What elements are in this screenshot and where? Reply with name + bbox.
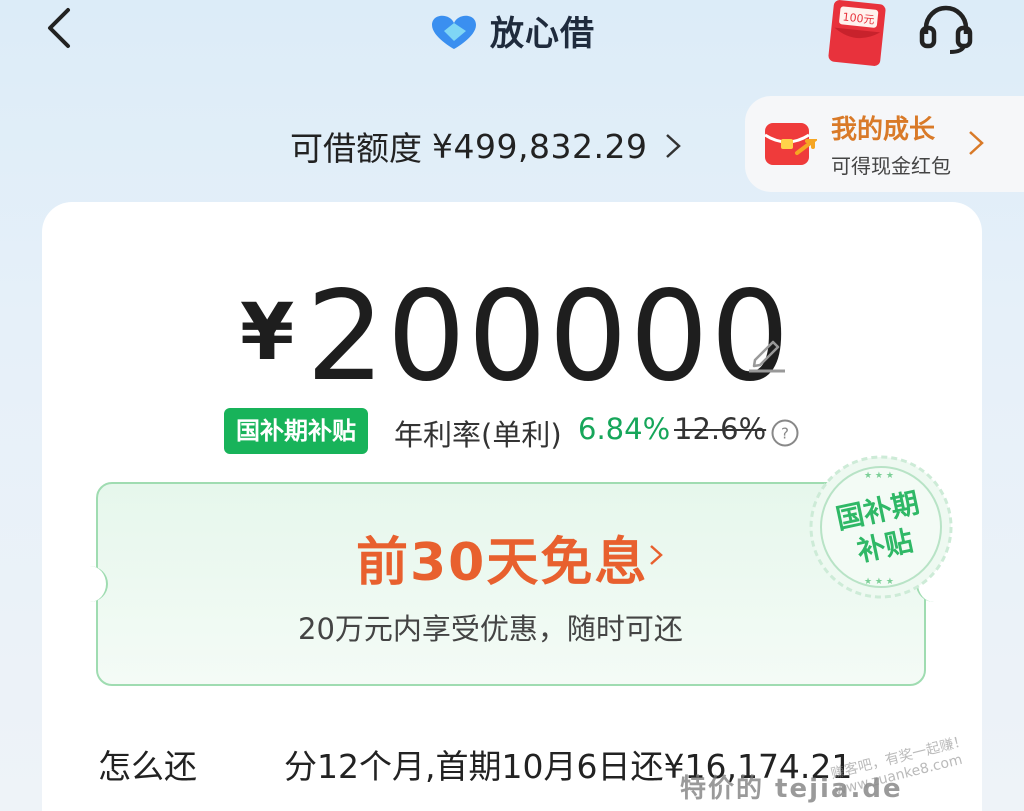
annual-rate-label: 年利率(单利) (394, 418, 562, 452)
annual-rate-value: 6.84% (578, 412, 671, 446)
growth-title: 我的成长 (831, 115, 936, 145)
growth-subtitle: 可得现金红包 (831, 154, 951, 178)
svg-text:★ ★ ★: ★ ★ ★ (864, 577, 894, 587)
loan-amount[interactable]: 200000 (306, 262, 791, 412)
help-question-icon[interactable]: ? (770, 418, 800, 448)
subsidy-stamp-icon: ★ ★ ★ ★ ★ ★ 国补期 补贴 (809, 455, 953, 599)
svg-text:?: ? (781, 425, 789, 443)
app-logo: 放心借 (428, 6, 595, 55)
app-name: 放心借 (490, 14, 595, 54)
coupon-description: 20万元内享受优惠，随时可还 (298, 612, 683, 646)
currency-symbol: ¥ (240, 288, 295, 378)
chevron-right-icon (650, 545, 663, 565)
back-arrow-icon[interactable] (40, 6, 80, 50)
credit-label: 可借额度 (290, 129, 422, 168)
my-growth-card[interactable]: 我的成长 可得现金红包 (745, 96, 1024, 192)
credit-value: ¥499,832.29 (432, 126, 648, 166)
coupon-title: 前30天免息 (356, 533, 649, 593)
redpacket-icon[interactable]: 100元 (828, 0, 886, 66)
chevron-right-icon (969, 131, 984, 155)
available-credit-row[interactable]: 可借额度 ¥499,832.29 (290, 122, 683, 170)
repayment-label: 怎么还 (98, 747, 197, 786)
svg-text:★ ★ ★: ★ ★ ★ (864, 471, 894, 481)
app-logo-icon (432, 15, 476, 49)
subsidy-badge: 国补期补贴 (224, 408, 368, 454)
chevron-right-icon (666, 134, 682, 158)
edit-pencil-icon[interactable] (745, 332, 787, 374)
red-envelope-icon (764, 123, 817, 165)
original-rate-value: 12.6% (674, 412, 767, 446)
customer-service-icon[interactable] (918, 4, 974, 56)
